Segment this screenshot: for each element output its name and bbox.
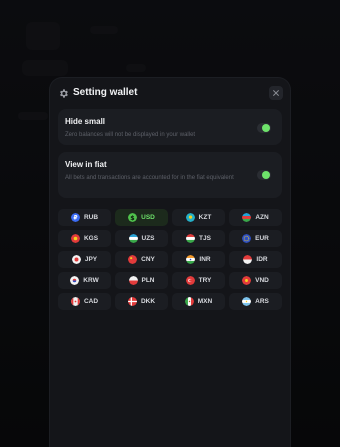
turkey-flag-icon	[185, 276, 195, 285]
modal-header: Setting wallet	[50, 78, 290, 110]
vietnam-flag-icon	[242, 276, 252, 285]
kazakhstan-flag-icon	[185, 213, 195, 222]
svg-text:₽: ₽	[73, 216, 77, 222]
currency-code: USD	[141, 214, 155, 221]
toggle-knob	[262, 124, 270, 132]
currency-grid: ₽ RUB $ USD KZT AZN KGS UZS TJS EUR JPY CNY INR IDR KR…	[58, 209, 282, 310]
poland-flag-icon	[128, 276, 138, 285]
currency-button-eur[interactable]: EUR	[229, 230, 282, 247]
denmark-flag-icon	[127, 297, 137, 306]
tajikistan-flag-icon	[186, 234, 196, 243]
japan-flag-icon	[71, 255, 81, 264]
currency-button-pln[interactable]: PLN	[115, 272, 168, 289]
currency-code: EUR	[255, 235, 269, 242]
hide-small-toggle[interactable]	[257, 123, 271, 133]
currency-button-usd[interactable]: $ USD	[115, 209, 168, 226]
currency-code: KZT	[198, 214, 212, 221]
currency-code: ARS	[255, 298, 269, 305]
india-flag-icon	[186, 255, 196, 264]
currency-code: JPY	[84, 256, 98, 263]
currency-button-krw[interactable]: KRW	[58, 272, 111, 289]
currency-button-tjs[interactable]: TJS	[172, 230, 225, 247]
setting-title: View in fiat	[65, 160, 107, 169]
canada-flag-icon	[70, 297, 80, 306]
indonesia-flag-icon	[243, 255, 253, 264]
currency-button-dkk[interactable]: DKK	[115, 293, 168, 310]
setting-wallet-modal: Setting wallet Hide small Zero balances …	[50, 78, 290, 447]
currency-button-kzt[interactable]: KZT	[172, 209, 225, 226]
currency-button-azn[interactable]: AZN	[229, 209, 282, 226]
korea-flag-icon	[70, 276, 80, 285]
view-in-fiat-toggle[interactable]	[257, 170, 271, 180]
currency-code: KRW	[83, 277, 99, 284]
currency-button-ars[interactable]: ARS	[229, 293, 282, 310]
currency-code: CNY	[141, 256, 155, 263]
currency-button-try[interactable]: TRY	[172, 272, 225, 289]
dollar-icon: $	[128, 213, 138, 222]
currency-button-mxn[interactable]: MXN	[172, 293, 225, 310]
currency-code: TJS	[199, 235, 211, 242]
currency-code: IDR	[256, 256, 268, 263]
hide-small-setting: Hide small Zero balances will not be dis…	[58, 109, 282, 145]
currency-button-vnd[interactable]: VND	[229, 272, 282, 289]
currency-button-kgs[interactable]: KGS	[58, 230, 111, 247]
currency-code: MXN	[197, 298, 213, 305]
uzbekistan-flag-icon	[128, 234, 138, 243]
setting-title: Hide small	[65, 117, 106, 126]
currency-button-inr[interactable]: INR	[172, 251, 225, 268]
view-in-fiat-setting: View in fiat All bets and transactions a…	[58, 152, 282, 198]
argentina-flag-icon	[242, 297, 252, 306]
currency-code: RUB	[83, 214, 99, 221]
currency-code: VND	[255, 277, 269, 284]
kyrgyzstan-flag-icon	[70, 234, 80, 243]
close-icon	[273, 90, 279, 96]
currency-button-rub[interactable]: ₽ RUB	[58, 209, 111, 226]
china-flag-icon	[128, 255, 138, 264]
currency-code: PLN	[141, 277, 155, 284]
close-button[interactable]	[269, 86, 283, 100]
modal-title: Setting wallet	[73, 87, 138, 98]
gear-icon	[60, 89, 68, 98]
svg-text:$: $	[130, 215, 134, 222]
currency-code: KGS	[83, 235, 99, 242]
currency-code: INR	[199, 256, 211, 263]
eu-flag-icon	[242, 234, 252, 243]
setting-description: All bets and transactions are accounted …	[65, 175, 234, 181]
currency-button-uzs[interactable]: UZS	[115, 230, 168, 247]
rub-icon: ₽	[70, 213, 80, 222]
currency-code: CAD	[83, 298, 99, 305]
currency-button-idr[interactable]: IDR	[229, 251, 282, 268]
currency-button-cny[interactable]: CNY	[115, 251, 168, 268]
currency-code: DKK	[140, 298, 156, 305]
mexico-flag-icon	[184, 297, 194, 306]
toggle-knob	[262, 171, 270, 179]
currency-button-jpy[interactable]: JPY	[58, 251, 111, 268]
setting-description: Zero balances will not be displayed in y…	[65, 132, 196, 138]
currency-button-cad[interactable]: CAD	[58, 293, 111, 310]
currency-code: UZS	[141, 235, 155, 242]
currency-code: AZN	[255, 214, 269, 221]
azerbaijan-flag-icon	[242, 213, 252, 222]
currency-code: TRY	[198, 277, 212, 284]
